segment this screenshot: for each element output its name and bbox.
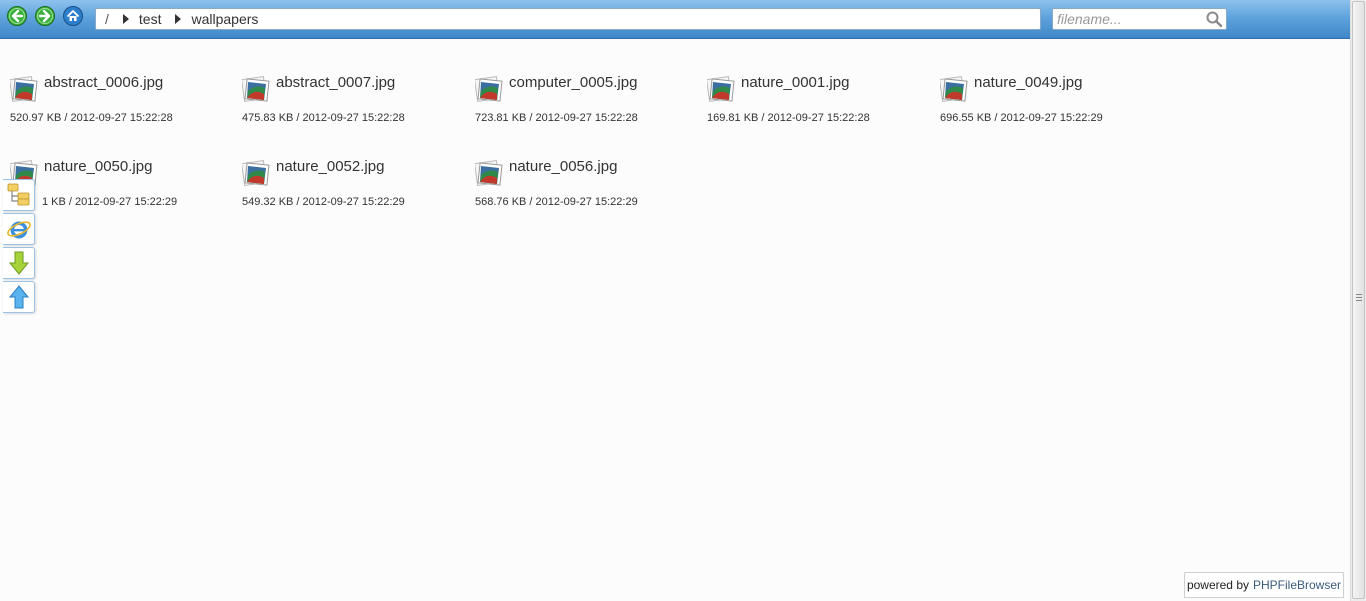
file-meta: 475.83 KB / 2012-09-27 15:22:28 [242,112,405,124]
file-meta: 549.32 KB / 2012-09-27 15:22:29 [242,196,405,208]
image-file-icon [242,76,270,102]
file-name[interactable]: computer_0005.jpg [509,74,637,91]
file-item[interactable]: nature_0001.jpg 169.81 KB / 2012-09-27 1… [707,72,937,142]
home-icon [63,6,83,26]
file-item[interactable]: abstract_0007.jpg 475.83 KB / 2012-09-27… [242,72,472,142]
file-browser-window: / test wallpapers abstract_0006.jpg 520.… [0,0,1366,601]
forward-arrow-icon [35,6,55,26]
image-file-icon [707,76,735,102]
phpfilebrowser-link[interactable]: PHPFileBrowser [1253,578,1341,592]
search-box [1052,8,1227,30]
download-button[interactable] [3,247,35,279]
breadcrumb-separator-icon [122,14,129,24]
file-item[interactable]: nature_0050.jpg 1 KB / 2012-09-27 15:22:… [10,156,240,226]
file-item[interactable]: nature_0056.jpg 568.76 KB / 2012-09-27 1… [475,156,705,226]
powered-by-badge: powered by PHPFileBrowser [1184,572,1344,598]
file-meta: 1 KB / 2012-09-27 15:22:29 [42,196,178,208]
image-file-icon [475,160,503,186]
file-name[interactable]: nature_0049.jpg [974,74,1082,91]
upload-button[interactable] [3,281,35,313]
file-meta: 169.81 KB / 2012-09-27 15:22:28 [707,112,870,124]
upload-icon [8,285,29,309]
breadcrumb-separator-icon [175,14,182,24]
file-meta: 568.76 KB / 2012-09-27 15:22:29 [475,196,638,208]
vertical-scrollbar[interactable] [1350,0,1366,601]
image-file-icon [242,160,270,186]
breadcrumb-item-wallpapers[interactable]: wallpapers [191,11,258,27]
file-item[interactable]: computer_0005.jpg 723.81 KB / 2012-09-27… [475,72,705,142]
file-name[interactable]: nature_0050.jpg [44,158,152,175]
file-item[interactable]: abstract_0006.jpg 520.97 KB / 2012-09-27… [10,72,240,142]
file-name[interactable]: nature_0052.jpg [276,158,384,175]
scrollbar-grip-icon [1356,294,1362,301]
folder-tree-button[interactable] [3,179,35,211]
image-file-icon [475,76,503,102]
file-name[interactable]: abstract_0006.jpg [44,74,163,91]
breadcrumb-item-test[interactable]: test [139,11,162,27]
image-file-icon [940,76,968,102]
file-item[interactable]: nature_0049.jpg 696.55 KB / 2012-09-27 1… [940,72,1170,142]
file-meta: 696.55 KB / 2012-09-27 15:22:29 [940,112,1103,124]
powered-by-label: powered by [1186,578,1249,592]
folder-tree-icon [7,183,29,206]
file-meta: 723.81 KB / 2012-09-27 15:22:28 [475,112,638,124]
file-meta: 520.97 KB / 2012-09-27 15:22:28 [10,112,173,124]
search-icon[interactable] [1205,10,1223,28]
file-item[interactable]: nature_0052.jpg 549.32 KB / 2012-09-27 1… [242,156,472,226]
open-in-browser-button[interactable] [3,213,35,245]
back-arrow-icon [7,6,27,26]
internet-explorer-icon [6,221,31,239]
scrollbar-thumb[interactable] [1352,1,1365,599]
side-panel [3,179,37,315]
file-name[interactable]: abstract_0007.jpg [276,74,395,91]
download-icon [8,251,29,275]
back-button[interactable] [7,6,27,26]
forward-button[interactable] [35,6,55,26]
file-name[interactable]: nature_0001.jpg [741,74,849,91]
image-file-icon [10,76,38,102]
search-input[interactable] [1053,9,1205,29]
file-name[interactable]: nature_0056.jpg [509,158,617,175]
toolbar: / test wallpapers [0,0,1350,39]
breadcrumb: / test wallpapers [95,8,1041,30]
breadcrumb-root[interactable]: / [105,11,109,27]
home-button[interactable] [63,6,83,26]
